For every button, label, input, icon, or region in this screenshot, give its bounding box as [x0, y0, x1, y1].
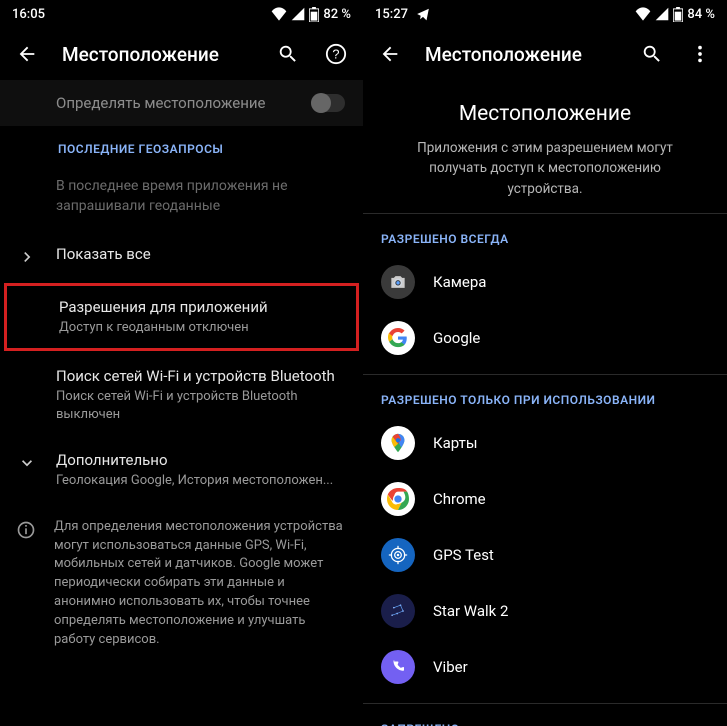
- app-row-starwalk[interactable]: Star Walk 2: [363, 583, 727, 639]
- signal-icon: [291, 7, 305, 21]
- status-battery: 84 %: [687, 7, 715, 22]
- overflow-button[interactable]: [687, 41, 713, 67]
- app-row-chrome[interactable]: Chrome: [363, 471, 727, 527]
- back-button[interactable]: [14, 41, 40, 67]
- location-switch[interactable]: [311, 94, 345, 112]
- app-row-gpstest[interactable]: GPS Test: [363, 527, 727, 583]
- info-text: Для определения местоположения устройств…: [54, 518, 345, 650]
- screen-location-settings: 16:05 82 % Местоположение ? Определять м…: [0, 0, 363, 726]
- status-time: 15:27: [375, 7, 408, 22]
- app-row-camera[interactable]: Камера: [363, 254, 727, 310]
- scanning-sub: Поиск сетей Wi-Fi и устройств Bluetooth …: [56, 388, 345, 423]
- battery-icon: [673, 7, 683, 22]
- app-name: GPS Test: [433, 546, 494, 564]
- section-denied: ЗАПРЕЩЕНО: [363, 704, 727, 726]
- app-bar: Местоположение ?: [0, 28, 363, 80]
- chrome-app-icon: [381, 482, 415, 516]
- show-all-label: Показать все: [56, 245, 345, 263]
- app-name: Камера: [433, 273, 486, 291]
- app-name: Chrome: [433, 490, 486, 508]
- chevron-right-icon: [17, 247, 37, 267]
- permission-name: Местоположение: [403, 102, 687, 126]
- page-title: Местоположение: [425, 43, 617, 66]
- app-permissions-sub: Доступ к геоданным отключен: [59, 319, 342, 337]
- scanning-row[interactable]: Поиск сетей Wi-Fi и устройств Bluetooth …: [0, 353, 363, 437]
- help-icon: ?: [325, 43, 347, 65]
- wifi-icon: [271, 7, 287, 21]
- section-allowed-always: РАЗРЕШЕНО ВСЕГДА: [363, 214, 727, 254]
- back-button[interactable]: [377, 41, 403, 67]
- show-all-row[interactable]: Показать все: [0, 231, 363, 281]
- back-arrow-icon: [379, 43, 401, 65]
- section-recent-requests: ПОСЛЕДНИЕ ГЕОЗАПРОСЫ: [0, 126, 363, 166]
- gpstest-app-icon: [381, 538, 415, 572]
- battery-icon: [309, 7, 319, 22]
- status-battery: 82 %: [323, 7, 351, 22]
- scanning-title: Поиск сетей Wi-Fi и устройств Bluetooth: [56, 367, 345, 385]
- toggle-label: Определять местоположение: [56, 94, 311, 112]
- status-right: 84 %: [635, 7, 715, 22]
- advanced-row[interactable]: Дополнительно Геолокация Google, История…: [0, 437, 363, 504]
- screen-location-permission: 15:27 84 % Местоположение Местоположение…: [363, 0, 727, 726]
- chevron-down-icon: [17, 453, 37, 473]
- permission-description: Приложения с этим разрешением могут полу…: [403, 138, 687, 199]
- app-row-maps[interactable]: Карты: [363, 415, 727, 471]
- app-permissions-row[interactable]: Разрешения для приложений Доступ к геода…: [4, 283, 359, 352]
- signal-icon: [655, 7, 669, 21]
- advanced-title: Дополнительно: [56, 451, 345, 469]
- back-arrow-icon: [16, 43, 38, 65]
- info-icon: [16, 520, 36, 540]
- status-bar: 16:05 82 %: [0, 0, 363, 28]
- svg-text:?: ?: [332, 47, 339, 62]
- search-icon: [277, 43, 299, 65]
- page-title: Местоположение: [62, 43, 253, 66]
- app-name: Viber: [433, 658, 468, 676]
- telegram-notif-icon: [416, 7, 430, 21]
- viber-app-icon: [381, 650, 415, 684]
- search-icon: [641, 43, 663, 65]
- search-button[interactable]: [639, 41, 665, 67]
- maps-app-icon: [381, 426, 415, 460]
- app-row-google[interactable]: Google: [363, 310, 727, 366]
- app-name: Google: [433, 329, 480, 347]
- starwalk-app-icon: [381, 594, 415, 628]
- camera-app-icon: [381, 265, 415, 299]
- location-info-note: Для определения местоположения устройств…: [0, 504, 363, 664]
- status-bar: 15:27 84 %: [363, 0, 727, 28]
- app-permissions-title: Разрешения для приложений: [59, 298, 342, 316]
- app-name: Карты: [433, 434, 478, 452]
- recent-empty-text: В последнее время приложения не запрашив…: [0, 166, 363, 231]
- advanced-sub: Геолокация Google, История местоположен.…: [56, 472, 345, 490]
- app-row-viber[interactable]: Viber: [363, 639, 727, 695]
- search-button[interactable]: [275, 41, 301, 67]
- permission-header: Местоположение Приложения с этим разреше…: [363, 80, 727, 213]
- status-time: 16:05: [12, 7, 45, 22]
- more-vert-icon: [689, 43, 711, 65]
- location-master-toggle-row[interactable]: Определять местоположение: [0, 80, 363, 126]
- section-allowed-inuse: РАЗРЕШЕНО ТОЛЬКО ПРИ ИСПОЛЬЗОВАНИИ: [363, 375, 727, 415]
- status-right: 82 %: [271, 7, 351, 22]
- app-name: Star Walk 2: [433, 602, 508, 620]
- app-bar: Местоположение: [363, 28, 727, 80]
- wifi-icon: [635, 7, 651, 21]
- google-app-icon: [381, 321, 415, 355]
- help-button[interactable]: ?: [323, 41, 349, 67]
